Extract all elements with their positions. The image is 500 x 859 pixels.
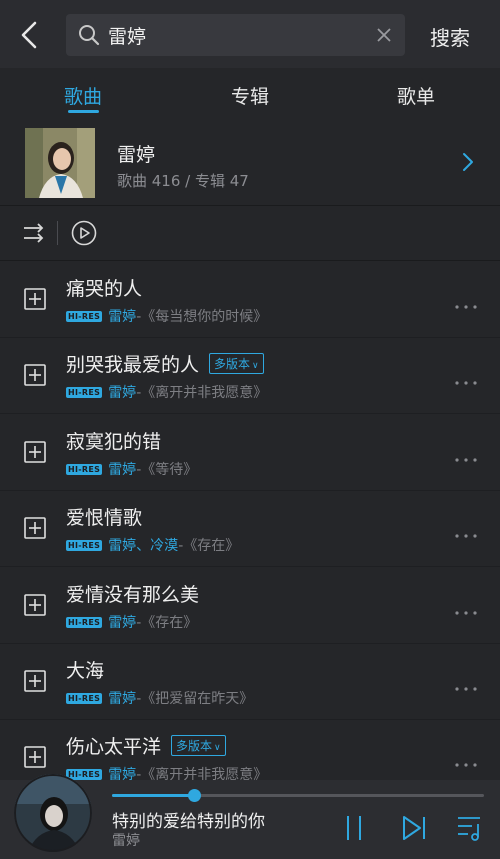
song-title: 伤心太平洋 <box>66 736 162 759</box>
add-to-playlist-icon[interactable] <box>24 670 46 696</box>
search-button[interactable]: 搜索 <box>430 22 470 51</box>
multi-version-badge[interactable]: 多版本 ∨ <box>171 735 226 757</box>
song-title-line: 寂寞犯的错 <box>66 427 161 454</box>
next-track-icon[interactable] <box>401 814 427 846</box>
song-title: 爱恨情歌 <box>66 507 143 530</box>
song-meta: HI-RES 雷婷、冷漠-《存在》 <box>66 535 239 555</box>
song-artist[interactable]: 雷婷 <box>108 691 136 707</box>
add-to-playlist-icon[interactable] <box>24 593 46 620</box>
song-title: 痛哭的人 <box>66 278 143 300</box>
song-album: -《存在》 <box>178 538 240 555</box>
song-title: 寂寞犯的错 <box>66 430 162 453</box>
shuffle-icon[interactable] <box>22 222 46 248</box>
song-meta: HI-RES 雷婷-《离开并非我愿意》 <box>66 382 267 402</box>
song-album: -《存在》 <box>136 614 198 631</box>
song-title-line: 爱情没有那么美 <box>66 580 199 607</box>
play-all-icon[interactable] <box>71 220 97 250</box>
now-playing-artist: 雷婷 <box>112 833 140 849</box>
song-row[interactable]: 爱情没有那么美 HI-RES 雷婷-《存在》 <box>0 568 500 644</box>
song-artist[interactable]: 雷婷 <box>108 615 136 631</box>
tab-songs[interactable]: 歌曲 <box>64 82 102 109</box>
song-title: 别哭我最爱的人 <box>66 354 200 377</box>
song-title: 爱情没有那么美 <box>66 583 200 606</box>
progress-track[interactable] <box>112 789 484 802</box>
song-meta: HI-RES 雷婷-《把爱留在昨天》 <box>66 688 253 708</box>
more-options-icon[interactable] <box>454 371 478 390</box>
top-bar: 搜索 <box>0 0 500 68</box>
multi-version-badge[interactable]: 多版本 ∨ <box>209 353 264 375</box>
hi-res-badge: HI-RES <box>66 463 103 475</box>
song-row[interactable]: 大海 HI-RES 雷婷-《把爱留在昨天》 <box>0 644 500 720</box>
player-bar[interactable]: 特别的爱给特别的你 雷婷 <box>0 774 500 859</box>
more-options-icon[interactable] <box>454 524 478 543</box>
hi-res-badge: HI-RES <box>66 693 103 704</box>
song-meta: HI-RES 雷婷-《等待》 <box>66 459 197 479</box>
playlist-queue-icon[interactable] <box>456 814 484 846</box>
song-album: -《每当想你的时候》 <box>136 309 268 325</box>
album-cover[interactable] <box>14 774 92 852</box>
pause-icon[interactable] <box>342 814 366 846</box>
tab-albums[interactable]: 专辑 <box>231 82 269 109</box>
song-artist[interactable]: 雷婷 <box>108 462 136 478</box>
hi-res-badge: HI-RES <box>66 540 103 552</box>
artist-stats: 歌曲 416 / 专辑 47 <box>117 172 249 190</box>
chevron-right-icon[interactable] <box>462 152 474 176</box>
song-album: -《把爱留在昨天》 <box>136 691 254 707</box>
song-artist[interactable]: 雷婷 <box>108 385 136 401</box>
song-title-line: 大海 <box>66 656 104 683</box>
now-playing-title: 特别的爱给特别的你 <box>112 812 265 832</box>
song-album: -《离开并非我愿意》 <box>136 385 268 402</box>
add-to-playlist-icon[interactable] <box>24 364 46 390</box>
more-options-icon[interactable] <box>454 448 478 467</box>
add-to-playlist-icon[interactable] <box>24 746 46 772</box>
clear-icon[interactable] <box>375 26 393 48</box>
search-box[interactable] <box>66 14 405 56</box>
list-toolbar <box>0 207 500 261</box>
song-row[interactable]: 爱恨情歌 HI-RES 雷婷、冷漠-《存在》 <box>0 491 500 568</box>
song-meta: HI-RES 雷婷-《存在》 <box>66 612 197 632</box>
song-title-line: 别哭我最爱的人 多版本 ∨ <box>66 350 264 377</box>
more-options-icon[interactable] <box>454 753 478 772</box>
hi-res-badge: HI-RES <box>66 616 103 628</box>
back-icon[interactable] <box>14 18 44 52</box>
song-title-line: 痛哭的人 <box>66 274 142 301</box>
add-to-playlist-icon[interactable] <box>24 517 46 543</box>
song-album: -《等待》 <box>136 461 198 478</box>
artist-name: 雷婷 <box>117 144 156 166</box>
hi-res-badge: HI-RES <box>66 311 103 322</box>
more-options-icon[interactable] <box>454 601 478 620</box>
artist-card[interactable]: 雷婷 歌曲 416 / 专辑 47 <box>0 120 500 206</box>
hi-res-badge: HI-RES <box>66 387 103 399</box>
more-options-icon[interactable] <box>454 295 478 314</box>
song-title-line: 伤心太平洋 多版本 ∨ <box>66 732 226 759</box>
progress-fill <box>112 794 194 797</box>
search-input[interactable] <box>108 24 368 46</box>
add-to-playlist-icon[interactable] <box>24 440 46 467</box>
search-icon <box>78 24 100 50</box>
tab-playlists[interactable]: 歌单 <box>397 82 435 109</box>
song-title-line: 爱恨情歌 <box>66 503 142 530</box>
song-artist[interactable]: 雷婷 <box>108 309 136 325</box>
add-to-playlist-icon[interactable] <box>24 288 46 314</box>
toolbar-divider <box>57 221 58 245</box>
progress-handle[interactable] <box>187 789 201 802</box>
song-row[interactable]: 寂寞犯的错 HI-RES 雷婷-《等待》 <box>0 415 500 491</box>
song-artist[interactable]: 雷婷、冷漠 <box>108 538 178 554</box>
artist-avatar <box>25 128 95 198</box>
tab-active-indicator <box>68 110 99 113</box>
song-title: 大海 <box>66 660 105 682</box>
song-row[interactable]: 别哭我最爱的人 多版本 ∨ HI-RES 雷婷-《离开并非我愿意》 <box>0 338 500 415</box>
song-meta: HI-RES 雷婷-《每当想你的时候》 <box>66 306 267 326</box>
song-row[interactable]: 痛哭的人 HI-RES 雷婷-《每当想你的时候》 <box>0 262 500 338</box>
more-options-icon[interactable] <box>454 677 478 696</box>
